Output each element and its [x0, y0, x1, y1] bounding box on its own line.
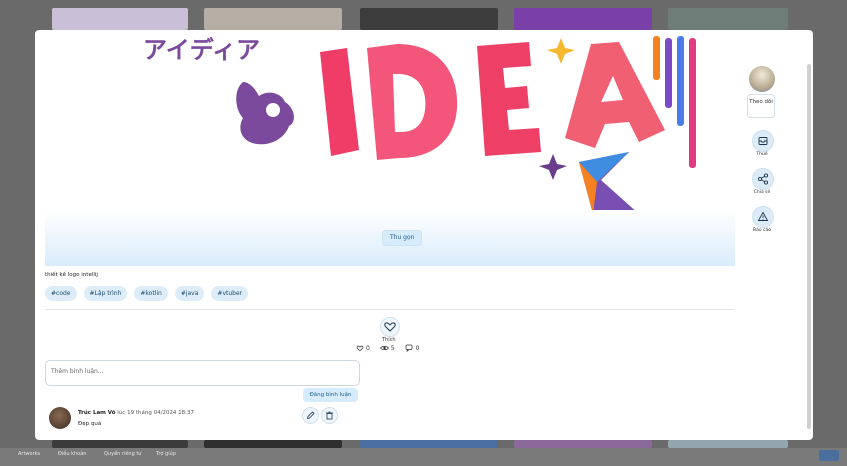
star-purple-icon [539, 154, 567, 180]
gallery-thumbnail[interactable] [514, 8, 652, 30]
heart-outline-icon [356, 345, 364, 352]
inbox-button[interactable] [752, 130, 774, 152]
eye-icon [380, 346, 389, 350]
gallery-thumbnail[interactable] [204, 8, 342, 30]
inbox-icon [758, 137, 768, 145]
likes-count: 0 [366, 344, 370, 352]
comments-stat: 0 [405, 344, 420, 352]
footer-link-help[interactable]: Trợ giúp [156, 451, 176, 457]
stripe-purple [665, 38, 672, 108]
share-label: Chia sẻ [753, 190, 771, 195]
comment-time: lúc 19 tháng 04/2024 18:37 [117, 410, 195, 416]
cat-mascot-shape [236, 82, 294, 145]
footer-link-terms[interactable]: Điều khoản [58, 451, 86, 457]
gallery-thumbnail[interactable] [668, 8, 788, 30]
views-stat: 5 [380, 344, 395, 352]
comment-author[interactable]: Trúc Lam Võ [78, 410, 116, 416]
idea-letter-i [320, 48, 359, 156]
comment-meta: Trúc Lam Võ lúc 19 tháng 04/2024 18:37 [78, 410, 194, 416]
like-label: Thích [382, 337, 396, 343]
warning-icon [757, 211, 769, 221]
footer-logo [819, 450, 839, 461]
comment-placeholder: Thêm bình luận... [51, 368, 104, 375]
edit-comment-button[interactable] [302, 407, 319, 424]
footer-link-artworks[interactable]: Artworks [18, 451, 40, 457]
author-avatar[interactable] [749, 66, 775, 92]
gallery-thumbnail[interactable] [204, 440, 342, 448]
pencil-icon [306, 411, 315, 420]
gallery-thumbnail[interactable] [52, 8, 188, 30]
star-yellow-icon [547, 38, 575, 64]
follow-button[interactable]: Theo dõi [747, 94, 775, 118]
comment-icon [405, 344, 413, 352]
gallery-thumbnail[interactable] [668, 440, 788, 448]
stripe-pink [689, 38, 696, 168]
collapse-button[interactable]: Thu gọn [382, 230, 423, 246]
artwork-image: アイディア Thu gọn [45, 30, 735, 266]
delete-comment-button[interactable] [321, 407, 338, 424]
comments-count: 0 [415, 344, 420, 352]
gallery-thumbnail[interactable] [360, 8, 498, 30]
tag-chip[interactable]: #java [174, 286, 205, 301]
trash-icon [326, 411, 333, 420]
share-icon [757, 173, 769, 185]
comment-input[interactable]: Thêm bình luận... [45, 360, 360, 386]
heart-icon [384, 322, 396, 332]
tag-chip[interactable]: #vtuber [211, 286, 249, 301]
inbox-label: Thuế [756, 152, 768, 157]
share-button[interactable] [752, 168, 774, 190]
likes-stat: 0 [356, 344, 370, 352]
tag-chip[interactable]: #code [45, 286, 77, 301]
artwork-description: thiết kế logo intellij [45, 272, 98, 278]
modal-scrollbar[interactable] [807, 64, 811, 429]
views-count: 5 [390, 344, 395, 352]
comment-text: Đẹp quá [78, 421, 102, 427]
content-divider [45, 309, 735, 310]
gallery-thumbnail[interactable] [360, 440, 498, 448]
post-stats: 0 5 0 [356, 344, 419, 352]
tag-list: #code #Lập trình #kotlin #java #vtuber [45, 286, 249, 301]
cat-mascot-eye [266, 103, 280, 117]
stripe-blue [677, 36, 684, 126]
like-button[interactable] [380, 317, 400, 337]
gallery-thumbnail[interactable] [514, 440, 652, 448]
tag-chip[interactable]: #kotlin [134, 286, 168, 301]
artwork-japanese-text: アイディア [143, 36, 260, 64]
gallery-thumbnail[interactable] [52, 440, 188, 448]
footer-link-privacy[interactable]: Quyền riêng tư [104, 451, 141, 457]
report-label: Báo cáo [752, 228, 771, 233]
report-button[interactable] [752, 206, 774, 228]
post-comment-button[interactable]: Đăng bình luận [303, 388, 358, 402]
stripe-orange [653, 36, 660, 80]
artwork-modal: アイディア Thu gọn thiết kế logo intellij #co… [35, 30, 813, 440]
commenter-avatar[interactable] [49, 407, 71, 429]
idea-letter-e [477, 42, 541, 156]
site-footer: Artworks Điều khoản Quyền riêng tư Trợ g… [0, 448, 847, 466]
tag-chip[interactable]: #Lập trình [83, 286, 128, 301]
